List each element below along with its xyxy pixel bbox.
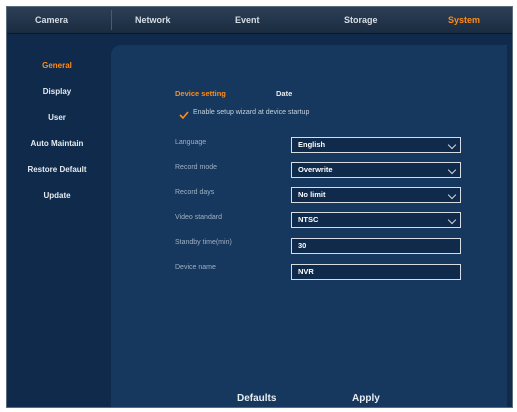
- sidebar: General Display User Auto Maintain Resto…: [7, 34, 107, 407]
- video-standard-value: NTSC: [298, 215, 319, 224]
- chevron-down-icon: [447, 165, 457, 175]
- sidebar-item-update[interactable]: Update: [7, 191, 107, 200]
- record-mode-select[interactable]: Overwrite: [291, 162, 461, 178]
- defaults-button[interactable]: Defaults: [237, 393, 276, 404]
- tab-system[interactable]: System: [448, 7, 480, 33]
- language-select[interactable]: English: [291, 137, 461, 153]
- sidebar-item-auto-maintain[interactable]: Auto Maintain: [7, 139, 107, 148]
- tab-network[interactable]: Network: [135, 7, 171, 33]
- checkmark-icon: [179, 111, 189, 120]
- device-name-input[interactable]: NVR: [291, 264, 461, 280]
- top-tab-bar: Camera Network Event Storage System: [7, 7, 512, 34]
- tab-divider: [111, 10, 112, 30]
- chevron-down-icon: [447, 190, 457, 200]
- wizard-checkbox-label: Enable setup wizard at device startup: [193, 109, 310, 116]
- standby-time-value: 30: [298, 241, 307, 250]
- wizard-checkbox[interactable]: [179, 107, 189, 120]
- sidebar-item-user[interactable]: User: [7, 113, 107, 122]
- language-value: English: [298, 140, 326, 149]
- record-days-value: No limit: [298, 190, 326, 199]
- sidebar-item-general[interactable]: General: [7, 61, 107, 70]
- video-standard-label: Video standard: [175, 214, 222, 221]
- chevron-down-icon: [447, 215, 457, 225]
- device-name-label: Device name: [175, 264, 216, 271]
- device-name-value: NVR: [298, 267, 314, 276]
- language-label: Language: [175, 139, 207, 146]
- video-standard-select[interactable]: NTSC: [291, 212, 461, 228]
- subtab-device-setting[interactable]: Device setting: [175, 89, 226, 98]
- chevron-down-icon: [447, 140, 457, 150]
- standby-time-label: Standby time(min): [175, 239, 232, 246]
- apply-button[interactable]: Apply: [352, 393, 380, 404]
- tab-camera[interactable]: Camera: [35, 7, 68, 33]
- sidebar-item-display[interactable]: Display: [7, 87, 107, 96]
- record-days-label: Record days: [175, 189, 215, 196]
- subtab-date[interactable]: Date: [276, 89, 292, 98]
- record-mode-label: Record mode: [175, 164, 218, 171]
- standby-time-input[interactable]: 30: [291, 238, 461, 254]
- general-settings-panel: Device setting Date Enable setup wizard …: [111, 45, 507, 407]
- record-days-select[interactable]: No limit: [291, 187, 461, 203]
- record-mode-value: Overwrite: [298, 165, 333, 174]
- settings-window: Camera Network Event Storage System Gene…: [6, 6, 513, 408]
- sidebar-item-restore-default[interactable]: Restore Default: [7, 165, 107, 174]
- tab-storage[interactable]: Storage: [344, 7, 378, 33]
- tab-event[interactable]: Event: [235, 7, 260, 33]
